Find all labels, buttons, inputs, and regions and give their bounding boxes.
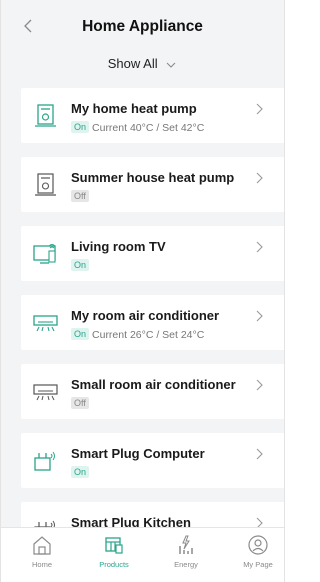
status-badge: On — [71, 466, 90, 478]
device-name: Living room TV — [71, 239, 166, 254]
filter-label: Show All — [107, 56, 158, 71]
device-card[interactable]: Living room TV On — [21, 226, 284, 281]
temperature-readout: Current 40°C / Set 42°C — [92, 122, 205, 134]
chevron-right-icon — [256, 448, 263, 460]
status-badge: On — [71, 259, 90, 271]
status-badge: Off — [71, 190, 89, 202]
tab-products[interactable]: Products — [89, 534, 139, 569]
tab-label: Products — [99, 560, 129, 569]
air-conditioner-icon — [33, 384, 58, 401]
device-name: My room air conditioner — [71, 308, 220, 323]
heat-pump-icon — [35, 173, 56, 196]
products-icon — [105, 537, 123, 554]
device-card[interactable]: Small room air conditioner Off — [21, 364, 284, 419]
energy-icon — [179, 535, 193, 554]
status-badge: On — [71, 328, 90, 340]
heat-pump-icon — [35, 104, 56, 127]
device-status-row: On Current 26°C / Set 24°C — [71, 328, 204, 341]
chevron-right-icon — [256, 103, 263, 115]
tv-icon — [33, 244, 56, 264]
air-conditioner-icon — [33, 315, 58, 332]
smart-plug-icon — [34, 451, 55, 471]
page-title: Home Appliance — [82, 18, 203, 35]
status-badge: Off — [71, 397, 89, 409]
tab-label: Home — [31, 560, 52, 569]
show-all-filter[interactable]: Show All — [1, 56, 284, 71]
chevron-right-icon — [256, 379, 263, 391]
tab-my-page[interactable]: My Page — [233, 534, 283, 569]
home-icon — [33, 536, 51, 555]
chevron-down-icon — [166, 62, 176, 68]
temperature-readout: Current 26°C / Set 24°C — [92, 329, 205, 341]
device-card[interactable]: My home heat pump On Current 40°C / Set 4… — [21, 88, 284, 143]
device-card[interactable]: Summer house heat pump Off — [21, 157, 284, 212]
chevron-right-icon — [256, 172, 263, 184]
tab-label: My Page — [243, 560, 273, 569]
header: Home Appliance Show All — [1, 0, 284, 86]
chevron-right-icon — [256, 310, 263, 322]
device-card[interactable]: My room air conditioner On Current 26°C /… — [21, 295, 284, 350]
tab-energy[interactable]: Energy — [161, 534, 211, 569]
device-name: Summer house heat pump — [71, 170, 235, 185]
device-name: Smart Plug Computer — [71, 446, 205, 461]
device-status-row: On — [71, 259, 92, 272]
tab-label: Energy — [174, 560, 198, 569]
device-status-row: Off — [71, 397, 92, 410]
device-status-row: On — [71, 466, 92, 479]
app-screen: Home Appliance Show All My home heat pum… — [0, 0, 285, 582]
device-status-row: Off — [71, 190, 92, 203]
user-icon — [248, 535, 268, 555]
tab-home[interactable]: Home — [17, 534, 67, 569]
device-status-row: On Current 40°C / Set 42°C — [71, 121, 204, 134]
device-card[interactable]: Smart Plug Computer On — [21, 433, 284, 488]
device-name: My home heat pump — [71, 101, 197, 116]
bottom-tab-bar: Home Products Energy My Page — [1, 527, 284, 582]
chevron-right-icon — [256, 241, 263, 253]
status-badge: On — [71, 121, 90, 133]
device-name: Small room air conditioner — [71, 377, 236, 392]
